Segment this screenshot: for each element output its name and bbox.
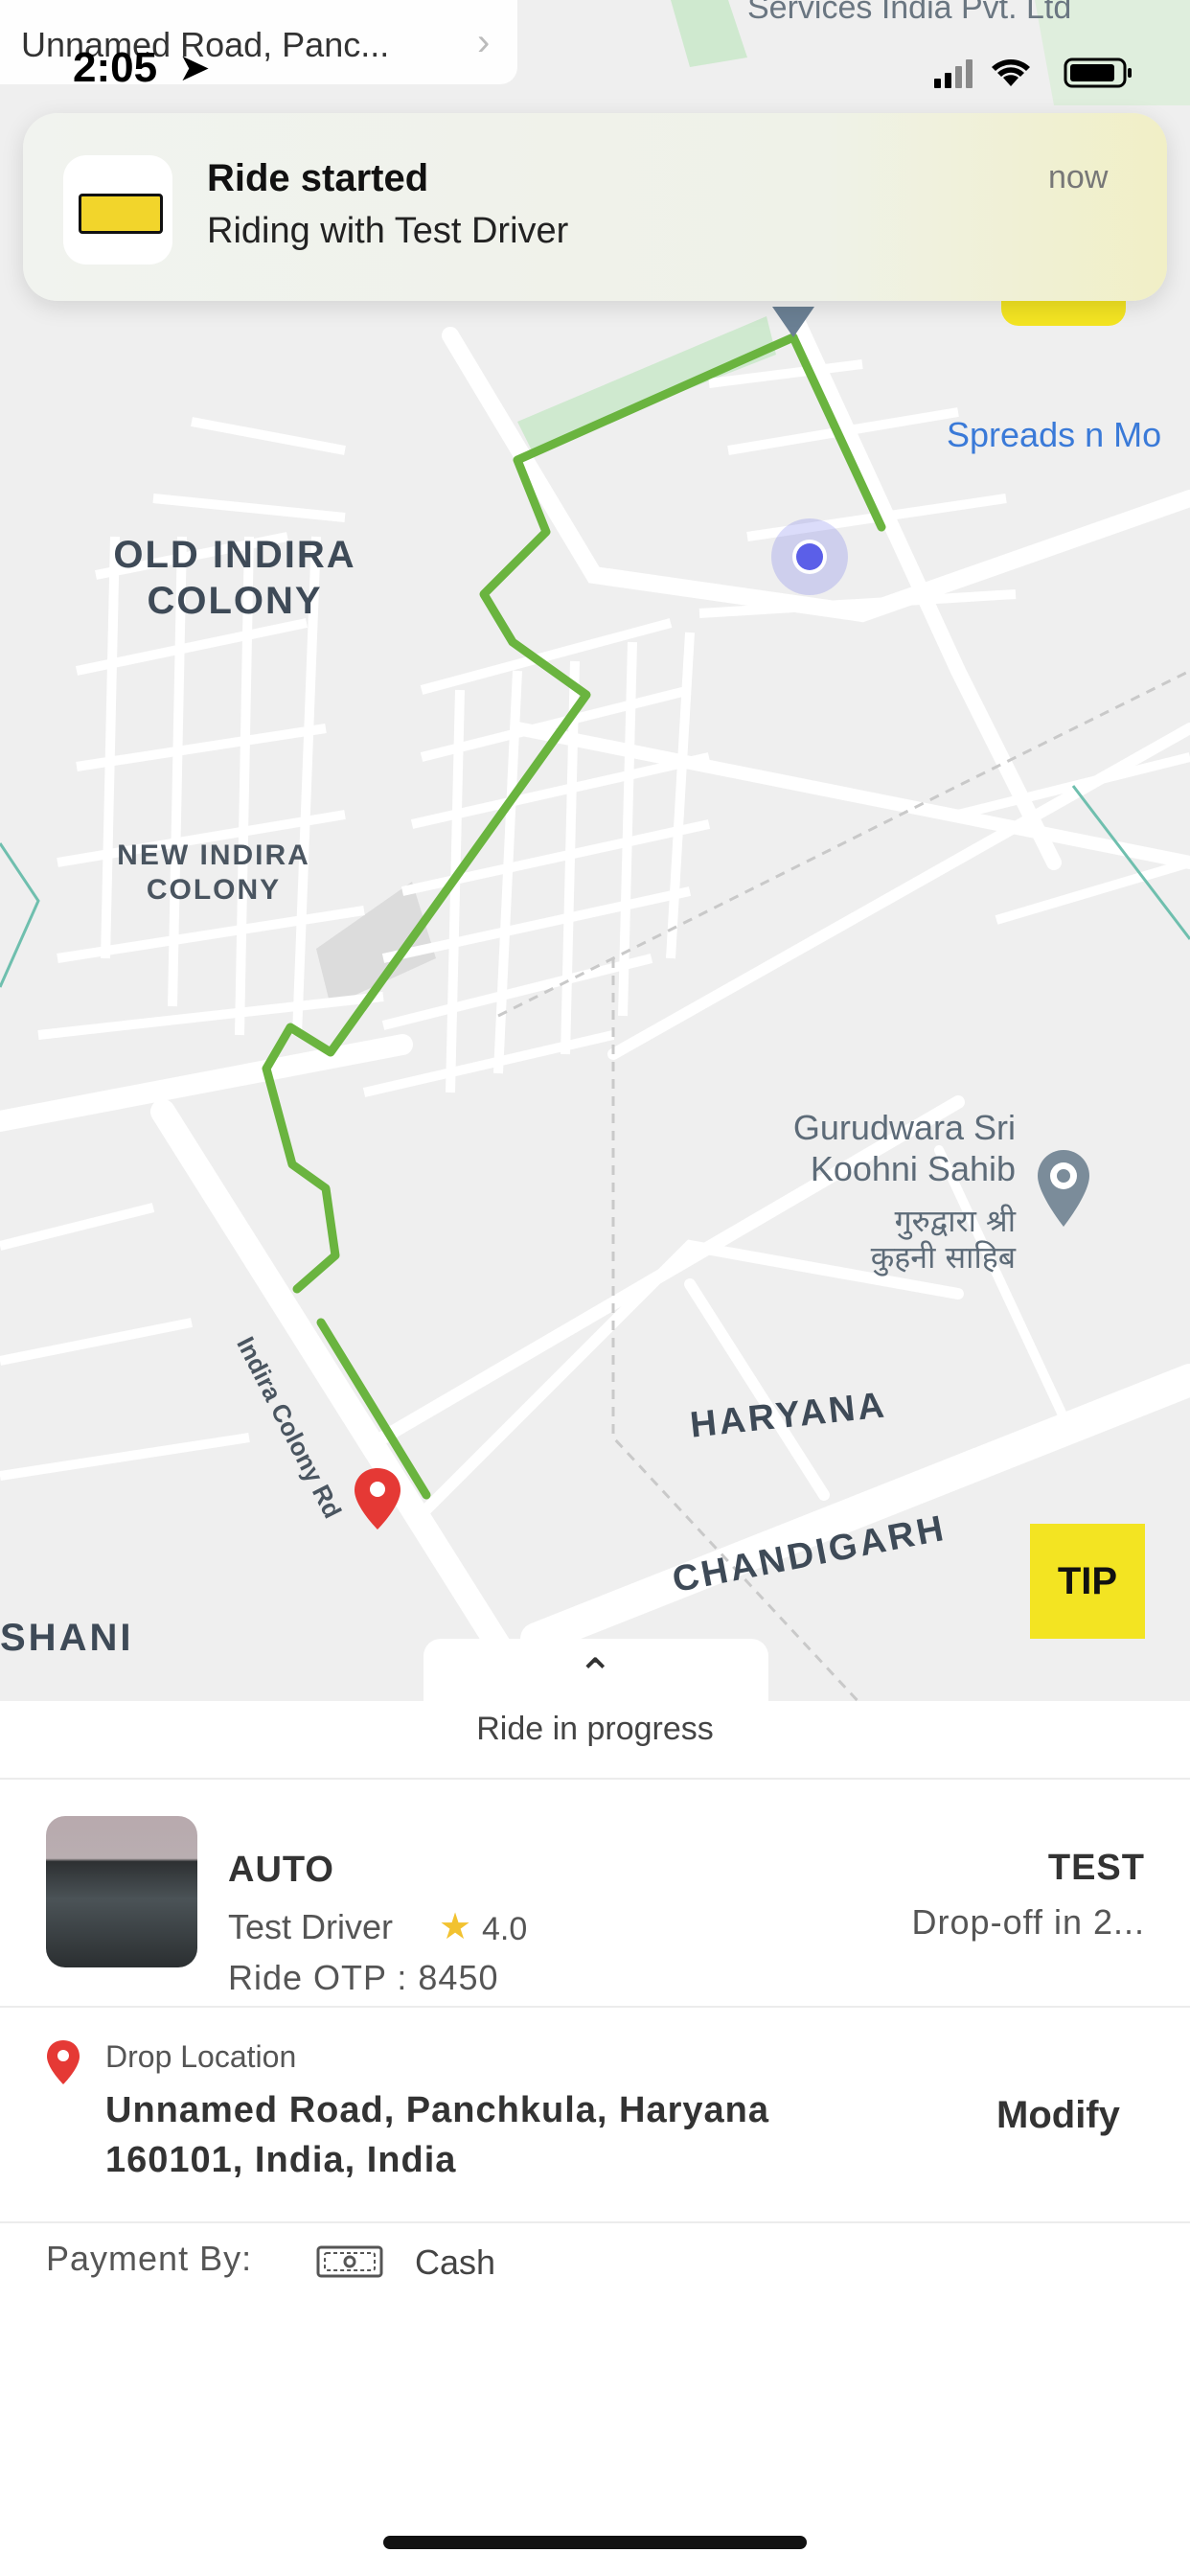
star-icon: ★ [439, 1907, 472, 1947]
vehicle-plate: TEST [1047, 1848, 1145, 1888]
ride-otp: Ride OTP : 8450 [228, 1958, 499, 1997]
driver-rating: 4.0 [482, 1911, 528, 1947]
map-label-shani: SHANI [0, 1617, 134, 1659]
drop-off-eta: Drop-off in 2... [911, 1902, 1145, 1942]
app-logo-icon [63, 155, 172, 264]
ride-status-text: Ride in progress [476, 1711, 714, 1747]
notification-body: Riding with Test Driver [207, 211, 569, 251]
wifi-icon [992, 59, 1030, 86]
battery-icon [1064, 58, 1132, 88]
home-indicator[interactable] [383, 2536, 807, 2549]
current-location-icon [771, 518, 848, 595]
map-label-new-indira-colony: NEW INDIRA COLONY [117, 840, 310, 906]
map-label-gurudwara[interactable]: Gurudwara Sri Koohni Sahib [747, 1107, 1016, 1189]
divider [0, 2006, 1190, 2008]
map-label-services: Services India Pvt. Ltd [747, 0, 1072, 26]
drop-location-address: Unnamed Road, Panchkula, Haryana 160101,… [105, 2090, 769, 2180]
chevron-right-icon: › [477, 21, 491, 63]
vehicle-photo [46, 1816, 197, 1967]
payment-method: Cash [415, 2242, 496, 2282]
vehicle-type: AUTO [228, 1850, 334, 1890]
status-time: 2:05 [73, 44, 158, 91]
tip-button[interactable]: TIP [1030, 1524, 1145, 1639]
status-indicators [934, 54, 1145, 92]
driver-name: Test Driver [228, 1907, 394, 1946]
map-label-old-indira-colony: OLD INDIRA COLONY [113, 534, 356, 622]
chevron-up-icon: ⌃ [577, 1649, 614, 1699]
divider [0, 2221, 1190, 2223]
divider [0, 1778, 1190, 1780]
map-label-spreads[interactable]: Spreads n Mo [947, 414, 1161, 455]
signal-icon [934, 59, 973, 88]
ride-started-notification[interactable]: Ride started Riding with Test Driver now [23, 113, 1167, 301]
modify-drop-button[interactable]: Modify [996, 2094, 1120, 2137]
gurudwara-poi-icon [1038, 1150, 1089, 1227]
drop-location-caption: Drop Location [105, 2039, 297, 2074]
location-pin-icon [47, 2040, 80, 2084]
map-label-gurudwara-hindi: गुरुद्वारा श्री कुहनी साहिब [870, 1203, 1016, 1276]
notification-title: Ride started [207, 157, 429, 199]
cash-icon [316, 2245, 383, 2278]
location-arrow-icon: ➤ [178, 47, 211, 89]
payment-label: Payment By: [46, 2239, 253, 2278]
notification-time: now [1048, 159, 1109, 196]
destination-pin-icon [355, 1468, 400, 1530]
